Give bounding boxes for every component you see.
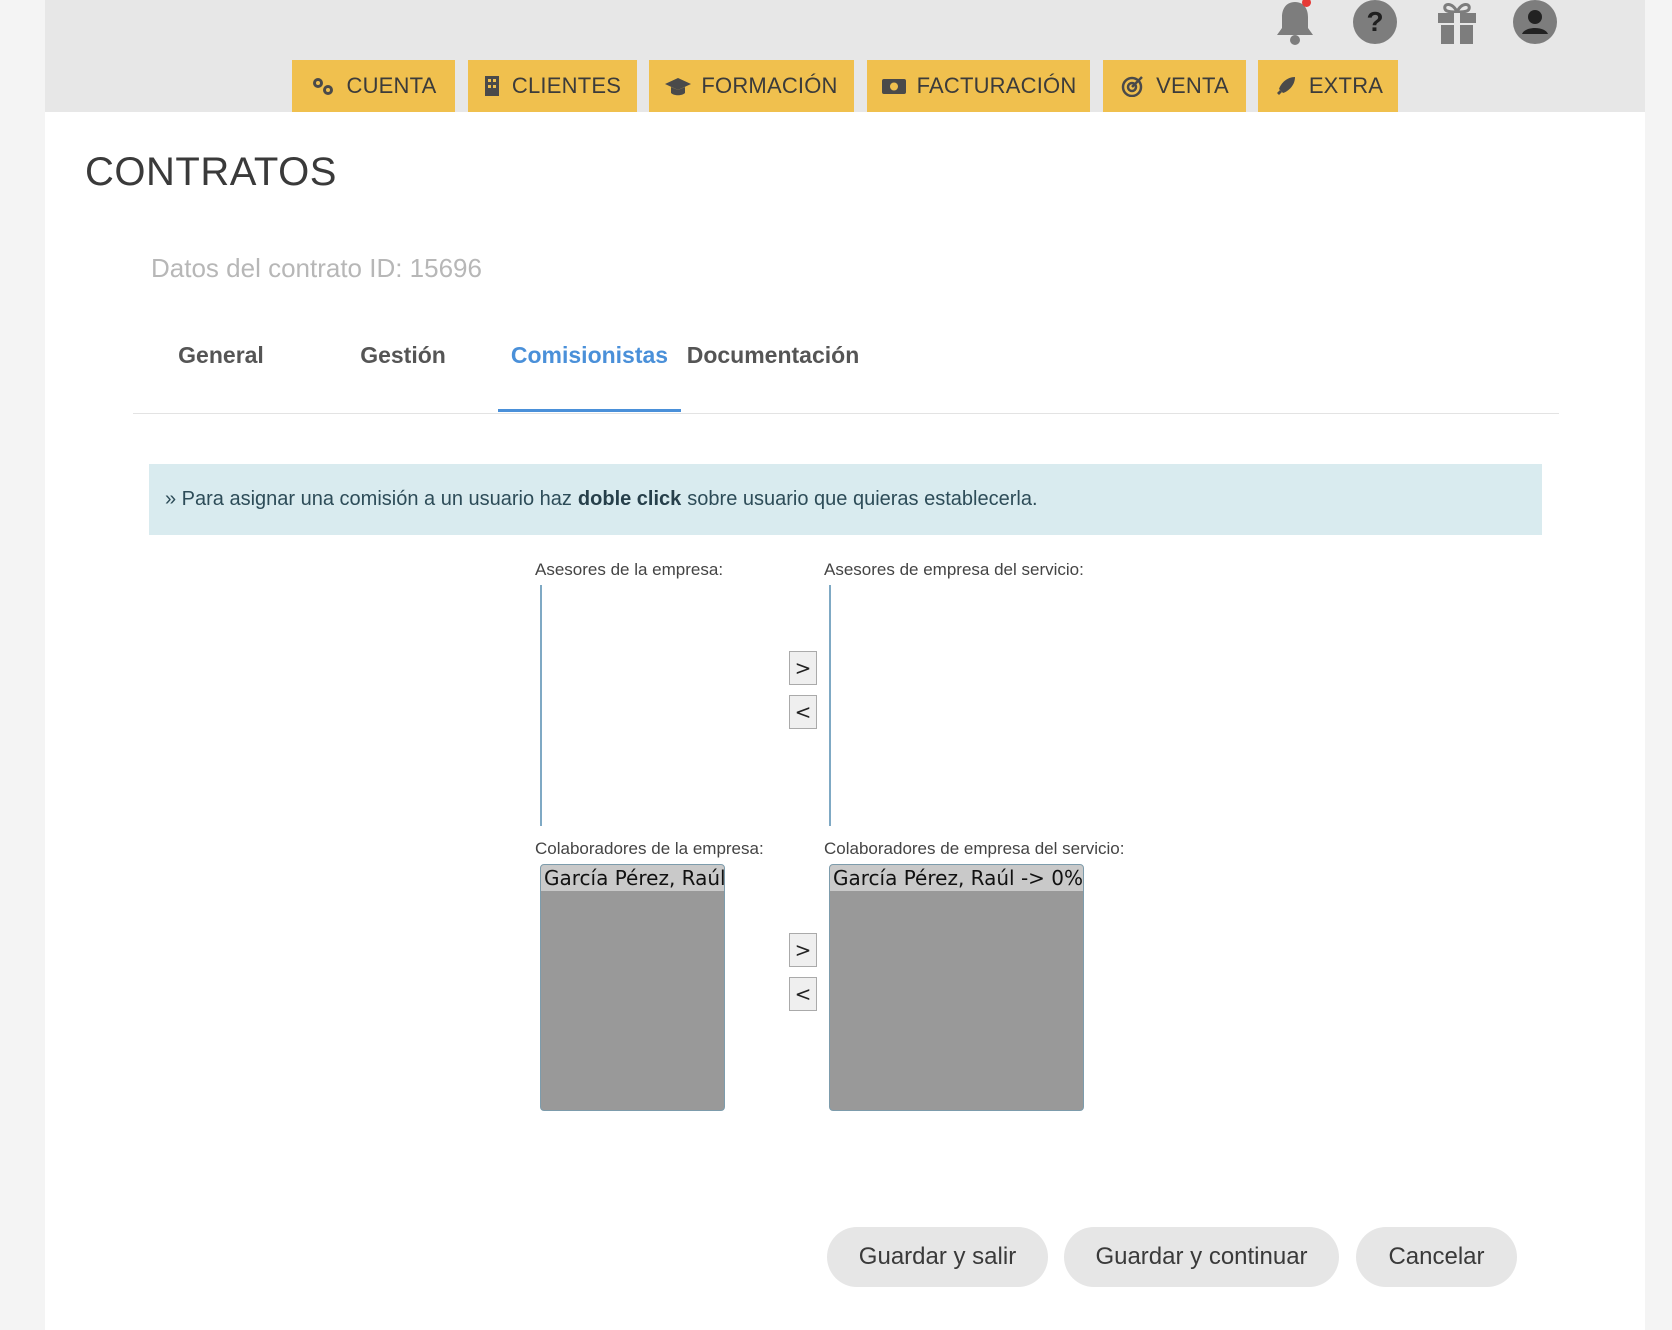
nav-label: VENTA	[1156, 73, 1229, 98]
nav-clientes[interactable]: CLIENTES	[468, 60, 637, 112]
nav-label: EXTRA	[1308, 73, 1384, 98]
asesores-servicio-label: Asesores de empresa del servicio:	[824, 560, 1084, 579]
gears-icon	[310, 75, 336, 97]
building-icon	[484, 75, 502, 97]
nav-label: FACTURACIÓN	[916, 73, 1077, 98]
nav-cuenta[interactable]: CUENTA	[292, 60, 455, 112]
colaboradores-servicio-label: Colaboradores de empresa del servicio:	[824, 839, 1125, 858]
rocket-icon	[1273, 75, 1299, 97]
nav-extra[interactable]: EXTRA	[1258, 60, 1398, 112]
top-icon-bar: ?	[45, 0, 1645, 48]
info-text-prefix: » Para asignar una comisión a un usuario…	[165, 488, 572, 510]
page: ? CUENTA CLIENTES FORMACIÓN FACTURACIÓN …	[45, 0, 1645, 1330]
nav-venta[interactable]: VENTA	[1103, 60, 1246, 112]
page-title: CONTRATOS	[85, 150, 337, 194]
contract-subtitle: Datos del contrato ID: 15696	[151, 253, 482, 283]
info-text-suffix: sobre usuario que quieras establecerla.	[687, 488, 1038, 510]
main-nav: CUENTA CLIENTES FORMACIÓN FACTURACIÓN VE…	[45, 60, 1645, 112]
tab-general[interactable]: General	[133, 342, 309, 412]
asesores-move-left-button[interactable]: <	[789, 695, 817, 729]
bell-icon[interactable]	[1273, 0, 1317, 46]
graduation-cap-icon	[665, 75, 692, 97]
tab-comisionistas[interactable]: Comisionistas	[498, 342, 681, 412]
list-item[interactable]: García Pérez, Raúl -> 0%	[830, 865, 1083, 891]
user-avatar-icon[interactable]	[1513, 0, 1557, 44]
gift-icon[interactable]	[1435, 0, 1479, 46]
asesores-empresa-list[interactable]	[540, 585, 700, 826]
colaboradores-empresa-list[interactable]: García Pérez, Raúl	[540, 864, 725, 1111]
nav-label: CLIENTES	[511, 73, 622, 98]
tab-gestion[interactable]: Gestión	[315, 342, 491, 412]
save-continue-button[interactable]: Guardar y continuar	[1064, 1227, 1339, 1287]
asesores-empresa-label: Asesores de la empresa:	[535, 560, 724, 579]
tab-documentacion[interactable]: Documentación	[685, 342, 861, 412]
nav-label: CUENTA	[346, 73, 437, 98]
save-exit-button[interactable]: Guardar y salir	[827, 1227, 1048, 1287]
colaboradores-servicio-list[interactable]: García Pérez, Raúl -> 0%	[829, 864, 1084, 1111]
nav-formacion[interactable]: FORMACIÓN	[649, 60, 854, 112]
target-icon	[1120, 75, 1146, 98]
colaboradores-move-left-button[interactable]: <	[789, 977, 817, 1011]
info-alert: » Para asignar una comisión a un usuario…	[149, 464, 1542, 535]
info-text-bold: doble click	[577, 488, 682, 510]
money-icon	[881, 75, 907, 97]
list-item[interactable]: García Pérez, Raúl	[541, 865, 724, 891]
help-icon[interactable]: ?	[1353, 0, 1397, 44]
colaboradores-move-right-button[interactable]: >	[789, 933, 817, 967]
nav-facturacion[interactable]: FACTURACIÓN	[867, 60, 1090, 112]
tab-bar: General Gestión Comisionistas Documentac…	[133, 330, 1559, 414]
top-header: ? CUENTA CLIENTES FORMACIÓN FACTURACIÓN …	[45, 0, 1645, 112]
asesores-servicio-list[interactable]	[829, 585, 1069, 826]
nav-label: FORMACIÓN	[701, 73, 838, 98]
colaboradores-empresa-label: Colaboradores de la empresa:	[535, 839, 764, 858]
asesores-move-right-button[interactable]: >	[789, 651, 817, 685]
cancel-button[interactable]: Cancelar	[1356, 1227, 1517, 1287]
